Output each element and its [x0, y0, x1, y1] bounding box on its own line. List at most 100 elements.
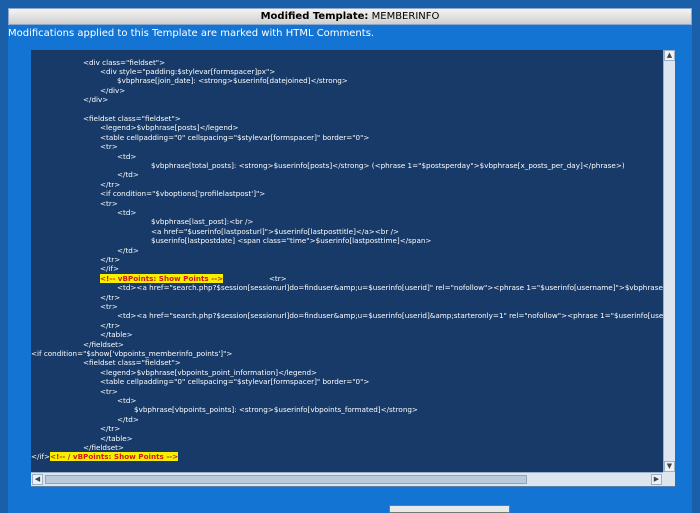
- code-line: </fieldset>: [83, 340, 124, 349]
- code-text: </td>: [117, 414, 139, 424]
- code-line: <fieldset class="fieldset">: [83, 114, 181, 123]
- code-text: <div style="padding:$stylevar[formspacer…: [100, 66, 276, 76]
- code-text: <legend>$vbphrase[vbpoints_point_informa…: [100, 367, 318, 377]
- code-line: <a href="$userinfo[lastposturl]">$userin…: [151, 227, 399, 236]
- html-comment-marker: <!-- / vBPoints: Show Points -->: [50, 452, 179, 462]
- code-text: </table>: [100, 433, 133, 443]
- code-line: $vbphrase[join_date]: <strong>$userinfo[…: [117, 76, 348, 85]
- code-line: <if condition="$show['vbpoints_memberinf…: [31, 349, 232, 358]
- code-text: <table cellpadding="0" cellspacing="$sty…: [100, 132, 370, 142]
- code-line: </table>: [100, 330, 133, 339]
- code-line: <table cellpadding="0" cellspacing="$sty…: [100, 133, 369, 142]
- scroll-right-icon[interactable]: ▶: [651, 474, 662, 485]
- code-text: <td>: [117, 395, 137, 405]
- code-text: <a href="$userinfo[lastposturl]">$userin…: [151, 226, 400, 236]
- code-line: <tr>: [100, 387, 118, 396]
- code-text: </div>: [100, 85, 126, 95]
- html-comment-marker: <!-- vBPoints: Show Points -->: [100, 273, 224, 283]
- code-line: <td>: [117, 152, 136, 161]
- code-text: $userinfo[lastpostdate] <span class="tim…: [151, 236, 432, 246]
- template-header-bar: Modified Template: MEMBERINFO: [8, 8, 692, 25]
- code-text: <td><a href="search.php?$session[session…: [117, 283, 663, 293]
- code-text: <if condition="$vboptions['profilelastpo…: [100, 189, 266, 199]
- code-line: <legend>$vbphrase[posts]</legend>: [100, 123, 238, 132]
- scroll-down-icon[interactable]: ▼: [664, 461, 675, 472]
- code-line: $userinfo[lastpostdate] <span class="tim…: [151, 236, 431, 245]
- code-line: <fieldset class="fieldset">: [83, 358, 181, 367]
- code-line: </tr>: [100, 321, 120, 330]
- code-line: <div class="fieldset">: [83, 58, 165, 67]
- code-text: <tr>: [100, 198, 118, 208]
- code-text: <tr>: [100, 301, 118, 311]
- code-line: </td>: [117, 170, 139, 179]
- code-text: </if>: [31, 452, 50, 462]
- code-text: <tr>: [100, 142, 118, 152]
- code-text: <tr>: [223, 273, 287, 283]
- code-line: </tr>: [100, 180, 120, 189]
- vertical-scrollbar[interactable]: ▲ ▼: [663, 50, 675, 472]
- code-text: $vbphrase[total_posts]: <strong>$userinf…: [151, 160, 625, 170]
- code-line: <tr>: [100, 302, 118, 311]
- scroll-up-icon[interactable]: ▲: [664, 50, 675, 61]
- code-text: <fieldset class="fieldset">: [83, 113, 181, 123]
- code-text: </tr>: [100, 424, 121, 434]
- scroll-left-icon[interactable]: ◀: [32, 474, 43, 485]
- code-line: <table cellpadding="0" cellspacing="$sty…: [100, 377, 369, 386]
- code-text: <td>: [117, 207, 137, 217]
- code-line: </td>: [117, 246, 139, 255]
- code-text: <div class="fieldset">: [83, 57, 166, 67]
- code-text: <if condition="$show['vbpoints_memberinf…: [31, 348, 233, 358]
- code-text: $vbphrase[join_date]: <strong>$userinfo[…: [117, 76, 348, 86]
- code-line: <td>: [117, 396, 136, 405]
- code-line: </td>: [117, 415, 139, 424]
- code-text: $vbphrase[vbpoints_points]: <strong>$use…: [134, 405, 418, 415]
- bottom-tab-button[interactable]: [389, 505, 510, 513]
- code-line: </if>: [100, 264, 119, 273]
- code-line: <legend>$vbphrase[vbpoints_point_informa…: [100, 368, 317, 377]
- code-line: </div>: [100, 86, 125, 95]
- code-text: </tr>: [100, 320, 121, 330]
- code-line: </div>: [83, 95, 108, 104]
- code-text: </fieldset>: [83, 442, 124, 452]
- code-line: <td><a href="search.php?$session[session…: [117, 311, 663, 320]
- code-line: $vbphrase[last_post]:<br />: [151, 217, 253, 226]
- code-line: <td>: [117, 208, 136, 217]
- header-template-name: MEMBERINFO: [371, 11, 440, 22]
- code-text: <table cellpadding="0" cellspacing="$sty…: [100, 377, 370, 387]
- header-title-label: Modified Template:: [260, 11, 369, 22]
- code-text: </div>: [83, 95, 109, 105]
- code-line: <tr>: [100, 199, 118, 208]
- code-text: </tr>: [100, 179, 121, 189]
- page-left-edge: [0, 0, 8, 511]
- code-text: </td>: [117, 245, 139, 255]
- code-text: <tr>: [100, 386, 118, 396]
- code-line: <!-- vBPoints: Show Points --> <tr>: [100, 273, 287, 283]
- code-text: </tr>: [100, 254, 121, 264]
- code-line: <tr>: [100, 142, 118, 151]
- scrollbar-corner: [663, 472, 675, 486]
- code-text: <td>: [117, 151, 137, 161]
- code-line: </if><!-- / vBPoints: Show Points -->: [31, 452, 179, 462]
- code-text: $vbphrase[last_post]:<br />: [151, 217, 254, 227]
- modifications-note: Modifications applied to this Template a…: [8, 28, 375, 39]
- code-line: </table>: [100, 434, 133, 443]
- code-text: </tr>: [100, 292, 121, 302]
- code-text: </table>: [100, 330, 133, 340]
- code-line: $vbphrase[vbpoints_points]: <strong>$use…: [134, 405, 418, 414]
- code-line: </tr>: [100, 293, 120, 302]
- code-text: </if>: [100, 264, 119, 274]
- code-line: </tr>: [100, 255, 120, 264]
- code-text: <td><a href="search.php?$session[session…: [117, 311, 663, 321]
- template-code-textarea[interactable]: <div class="fieldset"> <div style="paddin…: [31, 50, 663, 472]
- code-text: <legend>$vbphrase[posts]</legend>: [100, 123, 239, 133]
- horizontal-scroll-thumb[interactable]: [45, 475, 527, 484]
- code-text: </fieldset>: [83, 339, 124, 349]
- code-line: </tr>: [100, 424, 120, 433]
- code-line: <if condition="$vboptions['profilelastpo…: [100, 189, 265, 198]
- code-line: <td><a href="search.php?$session[session…: [117, 283, 663, 292]
- code-text: <fieldset class="fieldset">: [83, 358, 181, 368]
- code-line: <div style="padding:$stylevar[formspacer…: [100, 67, 275, 76]
- code-line: $vbphrase[total_posts]: <strong>$userinf…: [151, 161, 625, 170]
- code-line: </fieldset>: [83, 443, 124, 452]
- horizontal-scrollbar[interactable]: ◀ ▶: [31, 472, 663, 486]
